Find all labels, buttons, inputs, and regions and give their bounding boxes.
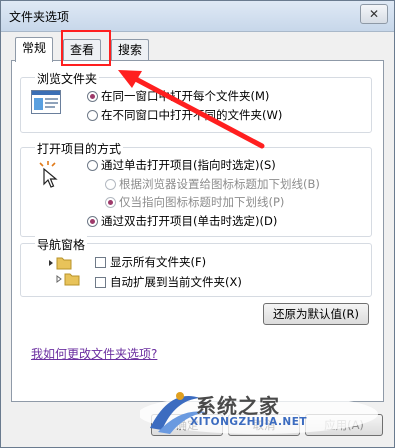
watermark-name: 系统之家 [196, 394, 280, 418]
red-arrow-annotation [118, 70, 265, 149]
watermark-url: XITONGZHIJIA.NET [190, 416, 308, 428]
